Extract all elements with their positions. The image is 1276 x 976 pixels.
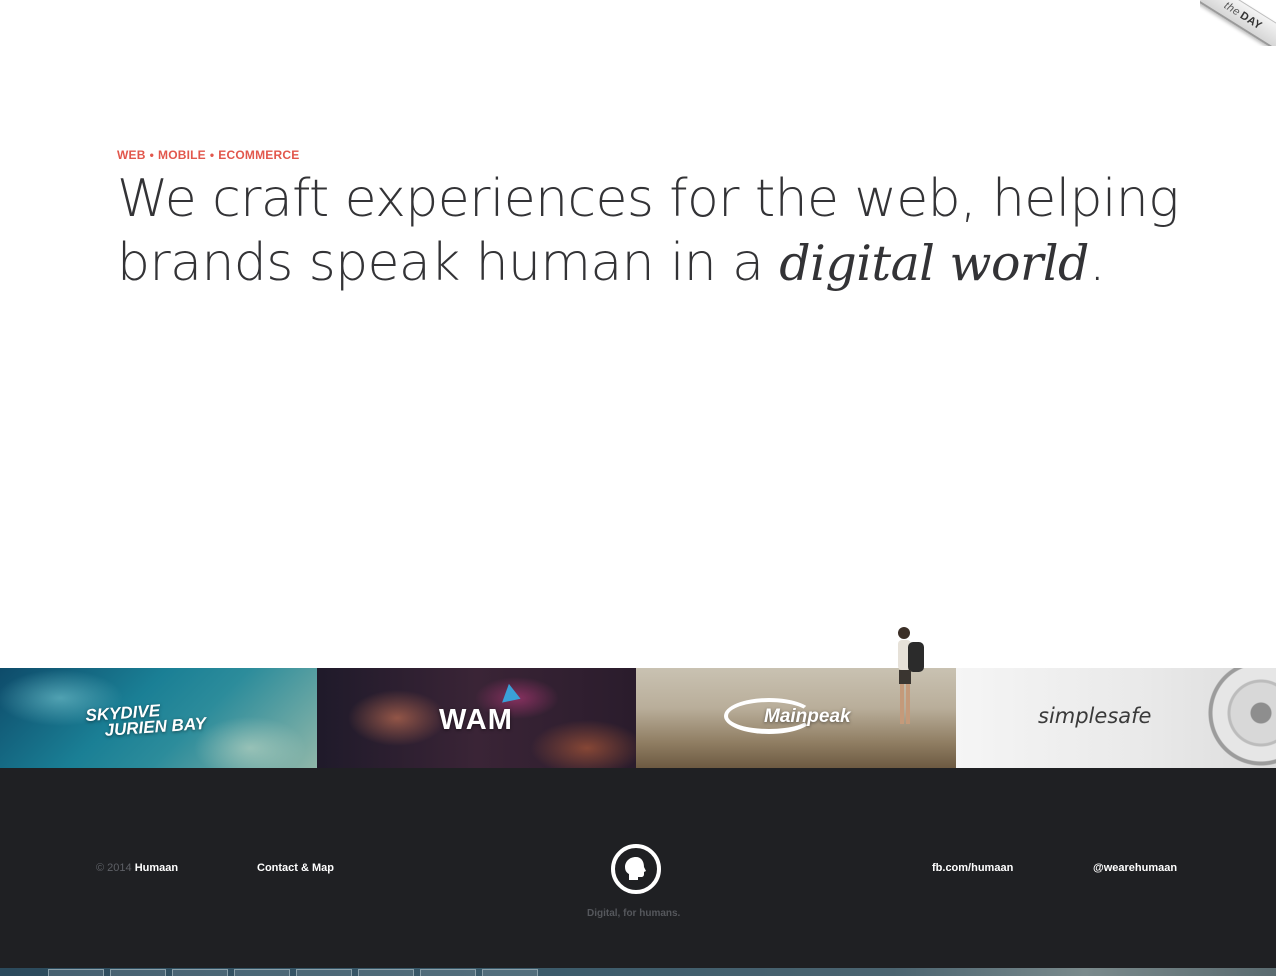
taskbar-button[interactable] [296, 969, 352, 976]
taskbar-button[interactable] [482, 969, 538, 976]
ribbon-day: DAY [1237, 9, 1265, 33]
tag-mobile: MOBILE [158, 148, 206, 162]
hero: WEB • MOBILE • ECOMMERCE We craft experience… [117, 147, 1197, 296]
simplesafe-label-a: simple [1038, 704, 1108, 728]
taskbar-button[interactable] [358, 969, 414, 976]
human-head-logo-icon[interactable] [611, 844, 661, 894]
facebook-link[interactable]: fb.com/humaan [932, 862, 1013, 874]
taskbar-button[interactable] [172, 969, 228, 976]
contact-map-link[interactable]: Contact & Map [257, 862, 334, 874]
headline-emphasis: digital world [779, 235, 1089, 292]
simplesafe-logo: simplesafe [1038, 704, 1151, 728]
headline: We craft experiences for the web, helpin… [117, 167, 1197, 296]
portfolio-tile-skydive[interactable]: SKYDIVE JURIEN BAY [0, 668, 317, 768]
hiker-figure [898, 627, 924, 724]
headline-period: . [1088, 233, 1106, 293]
portfolio-strip: SKYDIVE JURIEN BAY WAM Mainpeak simplesa… [0, 668, 1276, 768]
service-tagline: WEB • MOBILE • ECOMMERCE [117, 147, 1197, 163]
mainpeak-logo: Mainpeak [764, 706, 851, 727]
slogan: Digital, for humans. [587, 908, 681, 919]
footer: © 2014 Humaan Contact & Map Digital, for… [0, 768, 1276, 968]
headline-line1: We craft experiences for the web, helpin… [117, 169, 1179, 229]
tag-ecommerce: ECOMMERCE [218, 148, 300, 162]
copyright: © 2014 Humaan [96, 862, 178, 874]
twitter-link[interactable]: @wearehumaan [1093, 862, 1177, 874]
brand-link[interactable]: Humaan [135, 862, 178, 874]
tag-separator: • [209, 148, 215, 162]
taskbar-button[interactable] [110, 969, 166, 976]
taskbar-button[interactable] [234, 969, 290, 976]
headline-line2: brands speak human in a [117, 233, 780, 293]
copyright-year: © 2014 [96, 862, 132, 874]
wam-logo: WAM [439, 704, 513, 736]
tag-separator: • [149, 148, 155, 162]
taskbar-button[interactable] [420, 969, 476, 976]
ribbon-band: theDAY [1200, 0, 1276, 46]
portfolio-tile-wam[interactable]: WAM [317, 668, 636, 768]
taskbar-button[interactable] [48, 969, 104, 976]
portfolio-tile-simplesafe[interactable]: simplesafe [956, 668, 1276, 768]
tag-web: WEB [117, 148, 146, 162]
skydive-logo: SKYDIVE JURIEN BAY [85, 700, 207, 740]
simplesafe-label-b: safe [1107, 704, 1152, 728]
gear-icon [1206, 668, 1276, 768]
the-day-ribbon[interactable]: theDAY [1200, 0, 1276, 46]
logo-glyph [625, 857, 646, 880]
